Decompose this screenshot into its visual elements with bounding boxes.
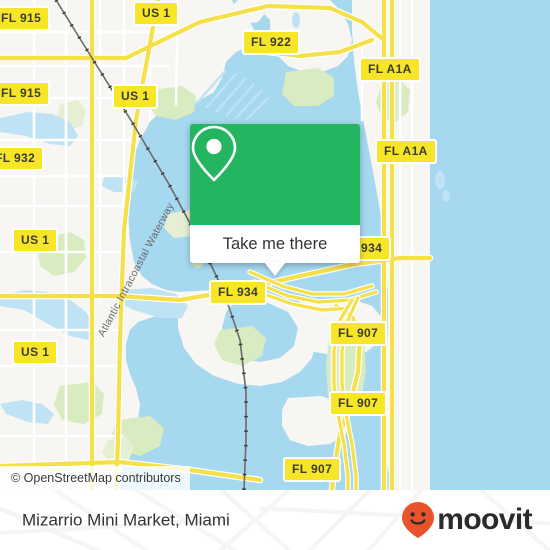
- road-shield-fl-932: FL 932: [0, 146, 45, 171]
- osm-attribution[interactable]: © OpenStreetMap contributors: [0, 466, 190, 490]
- moovit-wordmark: moovit: [437, 503, 532, 536]
- road-shield-fl-907: FL 907: [283, 457, 342, 482]
- road-shield-us-1: US 1: [133, 1, 180, 26]
- road-shield-fl-922: FL 922: [242, 30, 301, 55]
- road-shield-fl-915: FL 915: [0, 6, 51, 31]
- location-callout-card[interactable]: Take me there: [190, 124, 360, 276]
- road-shield-fl-907: FL 907: [329, 321, 388, 346]
- road-shield-us-1: US 1: [12, 228, 59, 253]
- moovit-smile-pin-icon: [402, 502, 435, 538]
- take-me-there-label: Take me there: [222, 234, 328, 253]
- map-canvas[interactable]: Atlantic Intracoastal Waterway FL 915 US …: [0, 0, 550, 490]
- road-shield-fl-a1a: FL A1A: [359, 57, 421, 82]
- moovit-brand[interactable]: moovit: [401, 501, 533, 539]
- road-shield-fl-934: FL 934: [209, 280, 268, 305]
- road-shield-us-1: US 1: [112, 84, 159, 109]
- footer-bar: Mizarrio Mini Market, Miami moovit: [0, 490, 550, 550]
- callout-pointer-tail: [264, 262, 286, 276]
- place-title: Mizarrio Mini Market, Miami: [22, 510, 230, 530]
- road-shield-us-1: US 1: [12, 340, 59, 365]
- road-shield-fl-915: FL 915: [0, 81, 51, 106]
- road-shield-fl-a1a: FL A1A: [375, 139, 437, 164]
- road-shield-fl-907: FL 907: [329, 391, 388, 416]
- callout-image-area: [190, 124, 360, 225]
- map-screenshot: Atlantic Intracoastal Waterway FL 915 US …: [0, 0, 550, 550]
- map-pin-icon: [191, 125, 237, 182]
- callout-action-bar[interactable]: Take me there: [190, 225, 360, 263]
